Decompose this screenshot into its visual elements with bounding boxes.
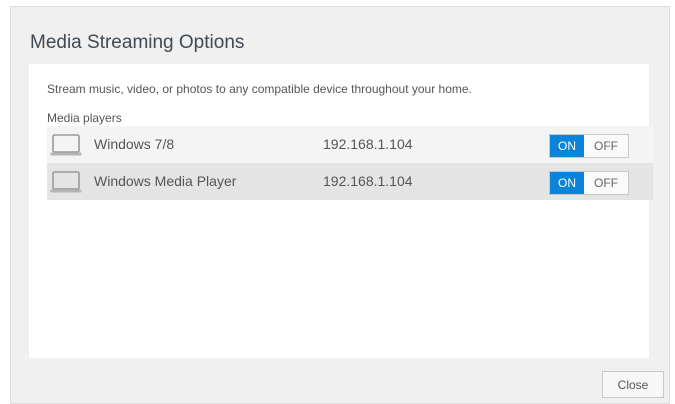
media-player-toggle: ON OFF: [549, 134, 629, 158]
toggle-on-button[interactable]: ON: [550, 172, 584, 194]
toggle-off-button[interactable]: OFF: [584, 135, 628, 157]
dialog-content-panel: Stream music, video, or photos to any co…: [29, 64, 653, 358]
media-player-name: Windows 7/8: [94, 136, 175, 152]
media-player-ip: 192.168.1.104: [323, 136, 413, 152]
media-player-ip: 192.168.1.104: [323, 173, 413, 189]
laptop-icon: [50, 171, 82, 193]
dialog-title: Media Streaming Options: [30, 32, 245, 53]
media-players-list: Windows 7/8 192.168.1.104 ON OFF Windows…: [47, 126, 653, 200]
media-player-toggle: ON OFF: [549, 171, 629, 195]
media-player-name: Windows Media Player: [94, 173, 237, 189]
media-player-row: Windows 7/8 192.168.1.104 ON OFF: [47, 126, 653, 163]
dialog-description: Stream music, video, or photos to any co…: [47, 82, 472, 96]
toggle-on-button[interactable]: ON: [550, 135, 584, 157]
media-players-label: Media players: [47, 111, 122, 125]
toggle-off-button[interactable]: OFF: [584, 172, 628, 194]
media-streaming-dialog: Media Streaming Options Stream music, vi…: [10, 6, 670, 404]
media-player-row: Windows Media Player 192.168.1.104 ON OF…: [47, 163, 653, 200]
laptop-icon: [50, 134, 82, 156]
close-button[interactable]: Close: [602, 371, 664, 398]
